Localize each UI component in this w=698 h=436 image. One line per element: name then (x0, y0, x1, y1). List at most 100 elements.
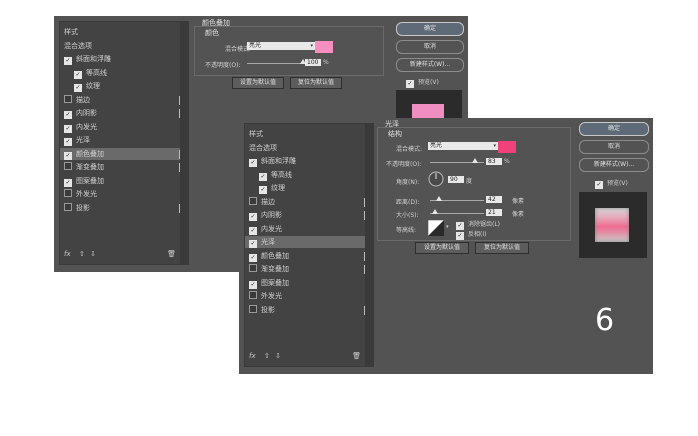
sidebar-item[interactable]: ✓ 图案叠加 (60, 175, 180, 187)
sidebar-item[interactable]: 样式 (60, 26, 180, 38)
checkbox-unchecked-icon[interactable] (249, 196, 257, 205)
sidebar-item[interactable]: ✓内阴影+ (60, 107, 188, 119)
sidebar-scrollbar[interactable] (365, 124, 373, 366)
checkbox-unchecked-icon[interactable] (249, 304, 257, 313)
sidebar-item-label: 样式 (249, 130, 263, 138)
fx-button[interactable]: fx (249, 352, 256, 360)
angle-dial[interactable] (428, 171, 444, 187)
sidebar-item-label: 光泽 (76, 136, 90, 144)
invert-checkbox[interactable]: ✓ 反相(I) (456, 229, 486, 240)
checkbox-checked-icon[interactable]: ✓ (259, 186, 267, 194)
opacity-slider-thumb[interactable] (471, 158, 478, 163)
size-slider-thumb[interactable] (431, 209, 438, 214)
sidebar-item[interactable]: ✓ 等高线 (245, 169, 375, 181)
checkbox-checked-icon[interactable]: ✓ (64, 57, 72, 65)
make-default-button[interactable]: 设置为默认值 (232, 77, 284, 89)
sidebar-item[interactable]: 渐变叠加+ (60, 161, 188, 173)
sidebar-item[interactable]: 混合选项 (245, 142, 365, 154)
reset-default-button[interactable]: 复位为默认值 (290, 77, 342, 89)
checkbox-unchecked-icon[interactable] (64, 94, 72, 103)
checkbox-unchecked-icon[interactable] (64, 189, 72, 197)
ok-button[interactable]: 确定 (579, 122, 649, 136)
sidebar-item[interactable]: ✓ 纹理 (60, 80, 190, 92)
cancel-button[interactable]: 取消 (579, 140, 649, 154)
sidebar-item[interactable]: 描边+ (60, 94, 188, 106)
sidebar-item-label: 内阴影 (76, 109, 97, 117)
sidebar-item[interactable]: ✓ 等高线 (60, 67, 190, 79)
check-icon: ✓ (456, 232, 464, 240)
ok-button[interactable]: 确定 (396, 22, 464, 36)
sidebar-item[interactable]: 渐变叠加+ (245, 263, 373, 275)
sidebar-item[interactable]: ✓ 内发光 (245, 223, 365, 235)
preview-checkbox[interactable]: ✓ 预览(V) (595, 178, 628, 189)
fx-button[interactable]: fx (64, 250, 71, 258)
checkbox-checked-icon[interactable]: ✓ (249, 226, 257, 235)
checkbox-checked-icon[interactable]: ✓ (259, 172, 267, 181)
sidebar-item[interactable]: ✓ 斜面和浮雕 (245, 155, 365, 167)
sidebar-item[interactable]: ✓内阴影+ (245, 209, 373, 221)
checkbox-unchecked-icon[interactable] (64, 162, 72, 170)
sidebar-item[interactable]: 样式 (245, 128, 365, 140)
sidebar-item[interactable]: 外发光 (60, 188, 180, 200)
checkbox-unchecked-icon[interactable] (64, 202, 72, 211)
checkbox-checked-icon[interactable]: ✓ (249, 280, 257, 289)
sidebar-item[interactable]: 描边+ (245, 196, 373, 208)
move-down-icon[interactable]: ⇩ (275, 352, 281, 360)
color-swatch[interactable] (498, 141, 516, 153)
checkbox-checked-icon[interactable]: ✓ (64, 138, 72, 146)
move-up-icon[interactable]: ⇧ (79, 250, 85, 258)
sidebar-item[interactable]: ✓ 图案叠加 (245, 277, 365, 289)
sidebar-item[interactable]: 投影+ (60, 202, 188, 214)
checkbox-checked-icon[interactable]: ✓ (64, 151, 72, 160)
new-style-button[interactable]: 新建样式(W)... (396, 58, 464, 72)
sidebar-item[interactable]: ✓ 光泽 (60, 134, 180, 146)
color-swatch[interactable] (315, 41, 333, 53)
opacity-input[interactable]: 100 (305, 59, 321, 66)
distance-slider-thumb[interactable] (436, 196, 443, 201)
sidebar-item[interactable]: ✓ 光泽 (245, 236, 365, 248)
checkbox-checked-icon[interactable]: ✓ (74, 84, 82, 92)
sidebar-item[interactable]: ✓ 内发光 (60, 121, 180, 133)
opacity-input[interactable]: 83 (486, 158, 502, 165)
angle-input[interactable]: 90 (448, 176, 464, 183)
reset-default-button[interactable]: 复位为默认值 (475, 242, 529, 254)
sidebar-item[interactable]: ✓ 纹理 (245, 182, 375, 194)
move-down-icon[interactable]: ⇩ (90, 250, 96, 258)
sidebar-item[interactable]: 投影+ (245, 304, 373, 316)
checkbox-unchecked-icon[interactable] (249, 291, 257, 299)
checkbox-checked-icon[interactable]: ✓ (249, 240, 257, 248)
checkbox-unchecked-icon[interactable] (249, 264, 257, 272)
sidebar-item[interactable]: ✓颜色叠加+ (245, 250, 373, 262)
trash-icon[interactable]: 🗑 (352, 352, 361, 360)
contour-picker[interactable] (428, 220, 444, 236)
sidebar-item[interactable]: ✓颜色叠加+ (60, 147, 188, 160)
move-up-icon[interactable]: ⇧ (264, 352, 270, 360)
cancel-button[interactable]: 取消 (396, 40, 464, 54)
distance-input[interactable]: 42 (486, 196, 502, 203)
size-input[interactable]: 21 (486, 209, 502, 216)
new-style-button[interactable]: 新建样式(W)... (579, 158, 649, 172)
sidebar-item[interactable]: ✓ 斜面和浮雕 (60, 53, 180, 65)
sidebar-item[interactable]: 混合选项 (60, 40, 180, 52)
size-slider-track[interactable] (430, 213, 484, 214)
sidebar-item-label: 颜色叠加 (76, 149, 104, 158)
contour-dropdown-arrow[interactable]: ▾ (446, 224, 449, 230)
blend-mode-select[interactable]: 亮光 ▾ (247, 42, 315, 50)
preview-checkbox[interactable]: ✓ 预览(V) (406, 77, 439, 88)
size-unit: 像素 (512, 211, 525, 218)
checkbox-checked-icon[interactable]: ✓ (64, 124, 72, 133)
sidebar-scrollbar[interactable] (180, 22, 188, 264)
checkbox-checked-icon[interactable]: ✓ (249, 159, 257, 167)
trash-icon[interactable]: 🗑 (167, 250, 176, 258)
blend-mode-select[interactable]: 亮光 ▾ (428, 142, 498, 150)
opacity-slider-track[interactable] (247, 63, 303, 64)
checkbox-checked-icon[interactable]: ✓ (249, 253, 257, 262)
sidebar-item-label: 纹理 (271, 184, 285, 192)
sidebar-item-label: 投影 (261, 305, 275, 314)
make-default-button[interactable]: 设置为默认值 (415, 242, 469, 254)
sidebar-item[interactable]: 外发光 (245, 290, 365, 302)
checkbox-checked-icon[interactable]: ✓ (74, 70, 82, 79)
checkbox-checked-icon[interactable]: ✓ (64, 178, 72, 187)
checkbox-checked-icon[interactable]: ✓ (64, 111, 72, 119)
checkbox-checked-icon[interactable]: ✓ (249, 213, 257, 221)
